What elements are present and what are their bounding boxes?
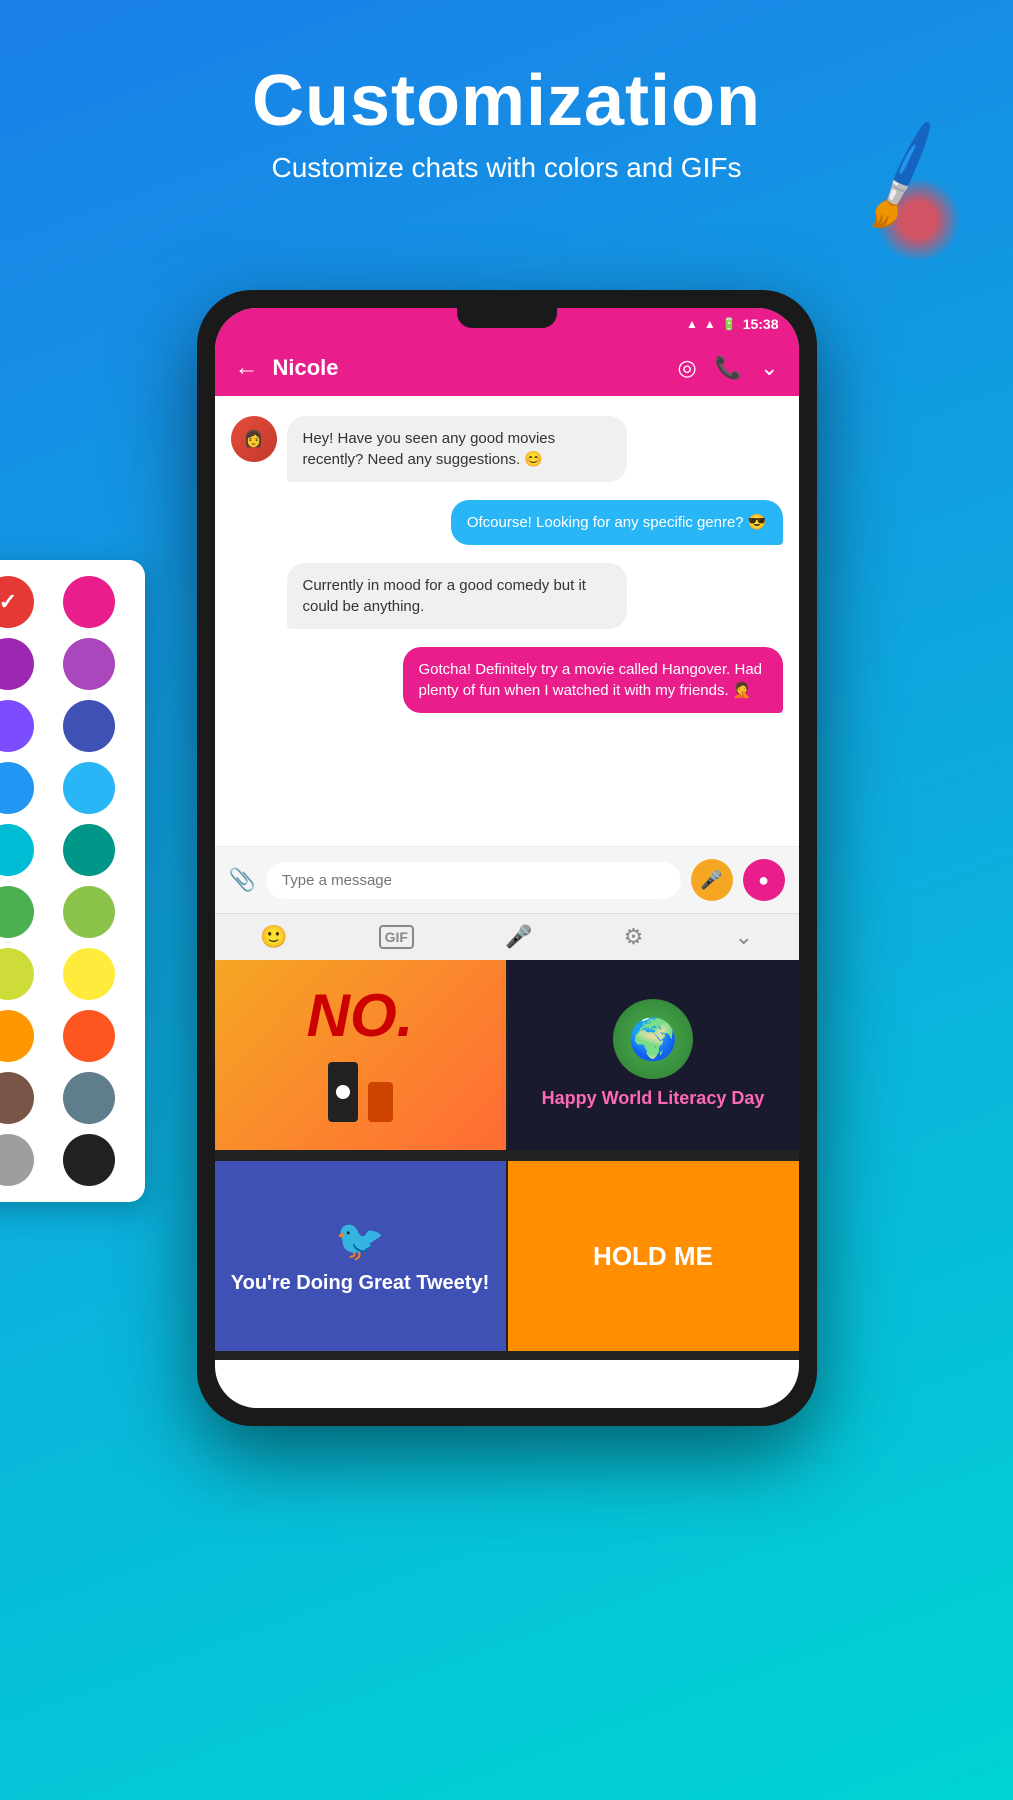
chat-area: 👩 Hey! Have you seen any good movies rec… xyxy=(215,396,799,846)
color-dot-10[interactable] xyxy=(63,824,115,876)
gif-toolbar-icon[interactable]: GIF xyxy=(379,925,414,949)
battery-icon: 🔋 xyxy=(722,317,737,331)
bubble-sent-2: Gotcha! Definitely try a movie called Ha… xyxy=(403,647,783,713)
color-dot-18[interactable] xyxy=(63,1072,115,1124)
color-dot-2[interactable] xyxy=(63,576,115,628)
app-title: Customization xyxy=(20,60,993,142)
color-dot-11[interactable] xyxy=(0,886,34,938)
palette-grid xyxy=(0,576,133,1186)
bubble-received-2: Currently in mood for a good comedy but … xyxy=(287,563,627,629)
color-dot-3[interactable] xyxy=(0,638,34,690)
message-row-3: Currently in mood for a good comedy but … xyxy=(231,563,783,629)
color-palette xyxy=(0,560,145,1202)
bubble-received-1: Hey! Have you seen any good movies recen… xyxy=(287,416,627,482)
phone-frame: ▲ ▲ 🔋 15:38 ← Nicole ◎ 📞 ⌄ xyxy=(197,290,817,1426)
gif-item-3[interactable]: 🐦 You're Doing Great Tweety! xyxy=(215,1161,506,1351)
broadcast-icon[interactable]: ◎ xyxy=(677,355,696,381)
color-dot-5[interactable] xyxy=(0,700,34,752)
attach-icon[interactable]: 📎 xyxy=(229,867,256,893)
wifi-icon: ▲ xyxy=(686,317,698,331)
gif-item-2[interactable]: 🌍 Happy World Literacy Day xyxy=(508,960,799,1150)
input-area: 📎 🎤 ● xyxy=(215,846,799,913)
message-input[interactable] xyxy=(266,862,681,899)
color-dot-20[interactable] xyxy=(63,1134,115,1186)
emoji-toolbar-icon[interactable]: 🙂 xyxy=(260,924,287,950)
phone-wrapper: ▲ ▲ 🔋 15:38 ← Nicole ◎ 📞 ⌄ xyxy=(197,290,817,1426)
color-dot-14[interactable] xyxy=(63,948,115,1000)
settings-toolbar-icon[interactable]: ⚙ xyxy=(624,924,644,950)
message-row-4: Gotcha! Definitely try a movie called Ha… xyxy=(231,647,783,713)
color-dot-17[interactable] xyxy=(0,1072,34,1124)
mic-button[interactable]: 🎤 xyxy=(691,859,733,901)
more-options-icon[interactable]: ⌄ xyxy=(760,355,778,381)
color-dot-15[interactable] xyxy=(0,1010,34,1062)
color-dot-9[interactable] xyxy=(0,824,34,876)
color-dot-8[interactable] xyxy=(63,762,115,814)
color-dot-1[interactable] xyxy=(0,576,34,628)
gif-item-1[interactable]: NO. xyxy=(215,960,506,1150)
chat-header: ← Nicole ◎ 📞 ⌄ xyxy=(215,340,799,396)
phone-notch xyxy=(457,308,557,328)
signal-icon: ▲ xyxy=(704,317,716,331)
mic-toolbar-icon[interactable]: 🎤 xyxy=(505,924,532,950)
color-dot-16[interactable] xyxy=(63,1010,115,1062)
color-dot-19[interactable] xyxy=(0,1134,34,1186)
contact-name: Nicole xyxy=(273,355,678,381)
color-dot-6[interactable] xyxy=(63,700,115,752)
send-button[interactable]: ● xyxy=(743,859,785,901)
time-display: 15:38 xyxy=(743,316,779,332)
color-dot-7[interactable] xyxy=(0,762,34,814)
color-dot-12[interactable] xyxy=(63,886,115,938)
gif-item-4[interactable]: HOLD ME xyxy=(508,1161,799,1351)
phone-icon[interactable]: 📞 xyxy=(715,355,742,381)
color-dot-13[interactable] xyxy=(0,948,34,1000)
message-row-2: Ofcourse! Looking for any specific genre… xyxy=(231,500,783,545)
chevron-down-toolbar-icon[interactable]: ⌄ xyxy=(734,924,752,950)
status-icons: ▲ ▲ 🔋 15:38 xyxy=(686,316,779,332)
header-icons: ◎ 📞 ⌄ xyxy=(677,355,778,381)
color-dot-4[interactable] xyxy=(63,638,115,690)
avatar: 👩 xyxy=(231,416,277,462)
gif-panel: NO. 🌍 xyxy=(215,960,799,1360)
bottom-toolbar: 🙂 GIF 🎤 ⚙ ⌄ xyxy=(215,913,799,960)
bubble-sent-1: Ofcourse! Looking for any specific genre… xyxy=(451,500,783,545)
phone-screen: ▲ ▲ 🔋 15:38 ← Nicole ◎ 📞 ⌄ xyxy=(215,308,799,1408)
message-row-1: 👩 Hey! Have you seen any good movies rec… xyxy=(231,416,783,482)
back-button[interactable]: ← xyxy=(235,354,259,382)
